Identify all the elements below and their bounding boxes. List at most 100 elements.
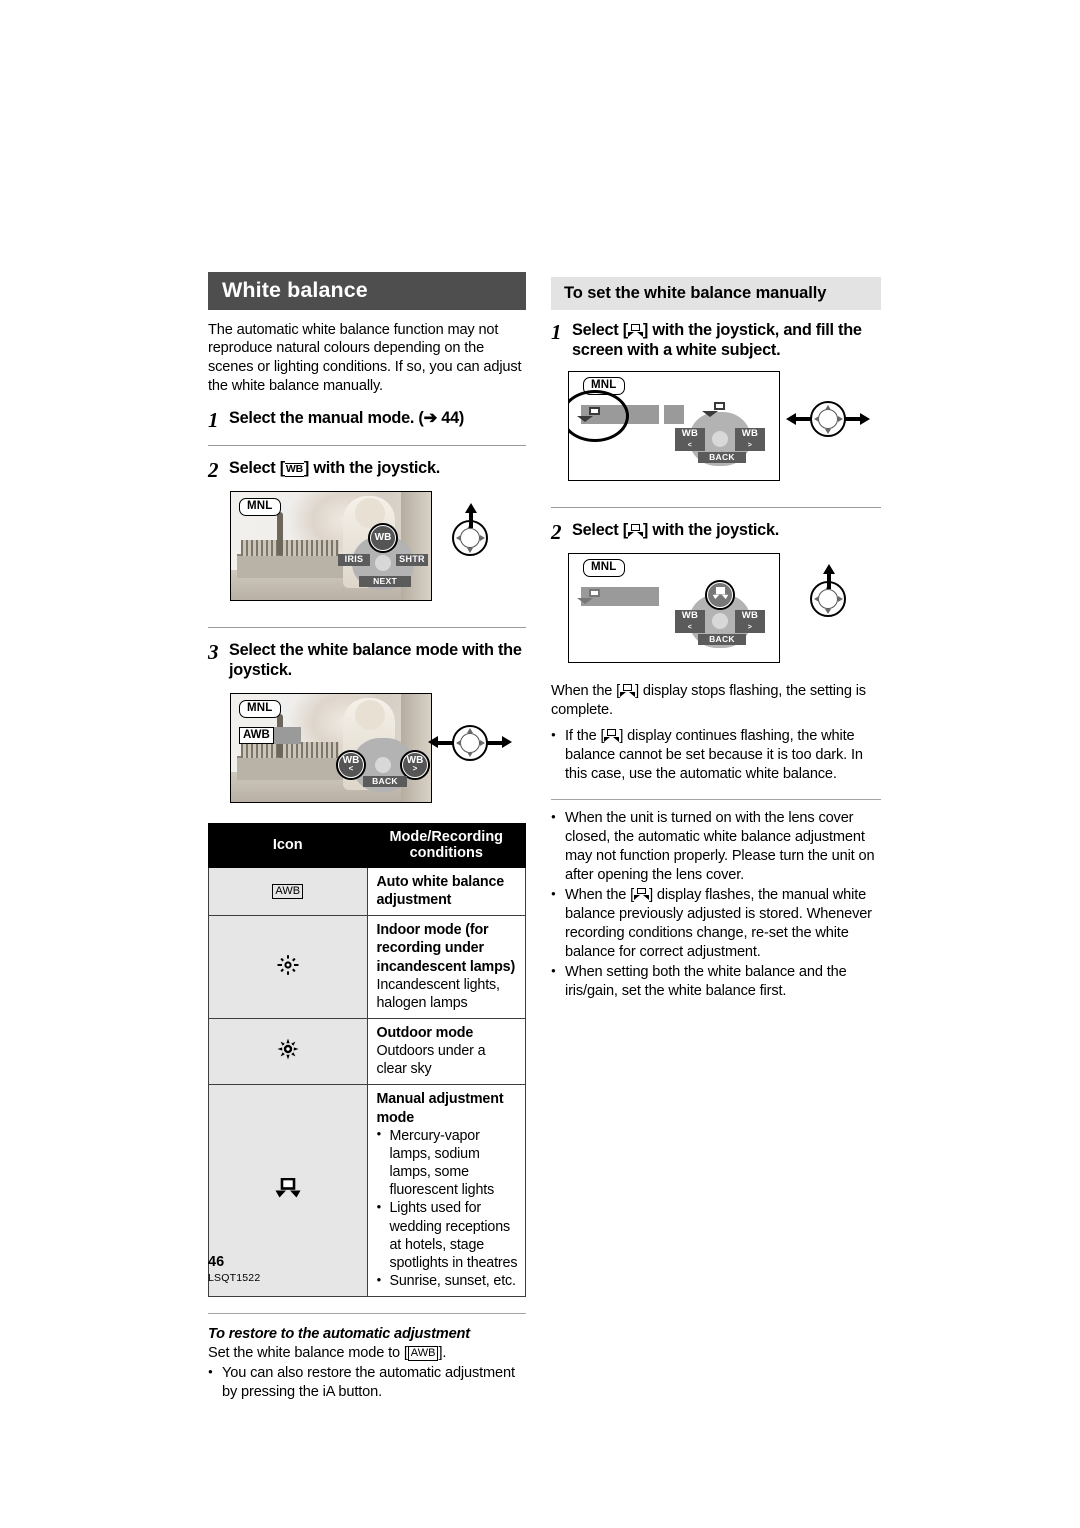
left-figure-2: MNL AWB WB < WB > BACK — [208, 692, 526, 811]
table-row: AWB Auto white balance adjustment — [208, 866, 526, 917]
left-step-2: 2 Select [WB] with the joystick. — [208, 459, 526, 481]
manual-wb-icon — [627, 324, 643, 337]
wb-next-chip[interactable]: WB > — [735, 428, 765, 451]
list-item: You can also restore the automatic adjus… — [208, 1364, 526, 1402]
list-item: Sunrise, sunset, etc. — [377, 1271, 519, 1290]
camera-screen-mock: MNL WB < WB > BACK — [568, 553, 780, 664]
manual-wb-button[interactable] — [705, 580, 735, 611]
wb-prev-button[interactable]: WB < — [336, 749, 366, 780]
wb-prev-sub: < — [687, 623, 693, 631]
arrow-up-icon — [822, 564, 835, 590]
left-step-3: 3 Select the white balance mode with the… — [208, 641, 526, 681]
joystick-cluster-overlay: WB < WB > BACK — [675, 580, 765, 652]
arrow-up-icon — [464, 503, 477, 529]
step-text-after: ] with the joystick. — [303, 459, 441, 478]
step-number: 1 — [208, 408, 219, 433]
iris-chip[interactable]: IRIS — [338, 554, 370, 567]
divider — [208, 627, 526, 629]
joystick-hardware-icon-lr — [428, 721, 512, 765]
wb-next-label: WB — [741, 428, 759, 440]
restore-heading: To restore to the automatic adjustment — [208, 1326, 470, 1343]
table-row: Outdoor mode Outdoors under a clear sky — [208, 1017, 526, 1086]
back-chip[interactable]: BACK — [698, 452, 746, 464]
mnl-badge: MNL — [239, 498, 281, 517]
list-item: If the [] display continues flashing, th… — [551, 727, 881, 784]
wb-next-sub: > — [747, 623, 753, 631]
step-text-after: ] with the joystick. — [642, 521, 780, 540]
manual-wb-icon — [275, 1177, 301, 1204]
page-number: 46 — [208, 1254, 225, 1270]
step-text-before: Select [ — [572, 321, 628, 340]
text-before: When the [ — [551, 683, 621, 700]
joystick-center — [375, 555, 391, 572]
joystick-center — [712, 431, 728, 448]
mode-cell: Manual adjustment mode Mercury-vapor lam… — [366, 1084, 526, 1298]
joystick-hardware-icon-up — [806, 564, 850, 621]
wb-prev-chip[interactable]: WB < — [675, 428, 705, 451]
camera-screen-mock: MNL AWB WB < WB > BACK — [230, 692, 432, 803]
restore-text-before: Set the white balance mode to [ — [208, 1345, 408, 1362]
manual-wb-icon — [604, 729, 620, 742]
back-chip[interactable]: BACK — [363, 775, 407, 788]
joystick-center — [712, 613, 728, 630]
right-figure-1: MNL WB < WB > BACK — [551, 371, 881, 489]
manual-wb-icon — [634, 887, 650, 901]
intro-paragraph: The automatic white balance function may… — [208, 321, 522, 395]
list-item: When the [] display flashes, the manual … — [551, 886, 881, 962]
wb-next-chip[interactable]: WB > — [735, 610, 765, 633]
list-item: When the unit is turned on with the lens… — [551, 809, 881, 885]
arrow-icon: ➔ — [423, 409, 438, 428]
wb-prev-chip[interactable]: WB < — [675, 610, 705, 633]
icon-cell — [208, 1017, 368, 1086]
mode-title: Indoor mode (for recording under incande… — [376, 922, 516, 975]
step-text: Select [WB] with the joystick. — [227, 459, 440, 479]
arrow-left-icon — [428, 736, 453, 749]
restore-text-after: ]. — [438, 1345, 447, 1362]
manual-wb-icon — [620, 684, 636, 697]
wb-prev-label: WB — [681, 428, 699, 440]
mode-cell: Indoor mode (for recording under incande… — [366, 915, 526, 1019]
list-item: Lights used for wedding receptions at ho… — [377, 1199, 519, 1272]
right-column: To set the white balance manually 1 Sele… — [551, 277, 881, 1001]
text-before: If the [ — [565, 728, 605, 744]
back-chip[interactable]: BACK — [698, 634, 746, 646]
wb-button-label: WB — [374, 531, 392, 543]
mnl-badge: MNL — [583, 559, 625, 578]
arrow-left-icon — [786, 412, 811, 425]
icon-cell — [208, 1084, 368, 1298]
outdoor-sun-icon — [277, 1038, 299, 1060]
divider — [208, 1313, 526, 1315]
arrow-right-icon — [845, 412, 870, 425]
joystick-cluster-overlay: WB < WB > BACK — [675, 402, 765, 470]
next-chip[interactable]: NEXT — [359, 576, 411, 588]
shtr-chip[interactable]: SHTR — [396, 554, 428, 567]
joystick-cluster-overlay: WB < WB > BACK — [336, 736, 430, 794]
table-header-row: Icon Mode/Recording conditions — [208, 822, 526, 868]
mode-bullet-list: Mercury-vapor lamps, sodium lamps, some … — [377, 1126, 519, 1290]
mode-desc: Outdoors under a clear sky — [376, 1043, 486, 1078]
arrow-right-icon — [487, 736, 512, 749]
step-text-before: Select the manual mode. ( — [229, 409, 424, 428]
wb-prev-sub: < — [348, 763, 354, 773]
mnl-badge: MNL — [239, 699, 281, 719]
awb-icon: AWB — [407, 1346, 439, 1361]
joystick-hardware-icon-lr — [786, 397, 870, 441]
bullets-group-2: When the unit is turned on with the lens… — [551, 809, 881, 1001]
table-row: Indoor mode (for recording under incande… — [208, 915, 526, 1019]
icon-cell — [208, 915, 368, 1019]
manual-page: White balance The automatic white balanc… — [0, 0, 1080, 1528]
right-step-2: 2 Select [ ] with the joystick. — [551, 521, 881, 543]
step-number: 2 — [551, 520, 562, 545]
camera-screen-mock: MNL WB < WB > BACK — [568, 371, 780, 482]
step-text-before: Select [ — [572, 521, 628, 540]
left-step-1: 1 Select the manual mode. (➔ 44) — [208, 409, 526, 431]
wb-next-sub: > — [412, 763, 418, 773]
mode-title: Auto white balance adjustment — [376, 873, 505, 909]
restore-line: Set the white balance mode to [AWB]. — [208, 1344, 526, 1363]
right-figure-2: MNL WB < WB > BACK — [551, 553, 881, 671]
column-header-icon: Icon — [208, 822, 368, 868]
wb-button[interactable]: WB — [368, 523, 398, 554]
manual-wb-icon — [712, 587, 729, 603]
step-number: 3 — [208, 640, 219, 665]
indoor-lamp-icon — [277, 954, 299, 976]
